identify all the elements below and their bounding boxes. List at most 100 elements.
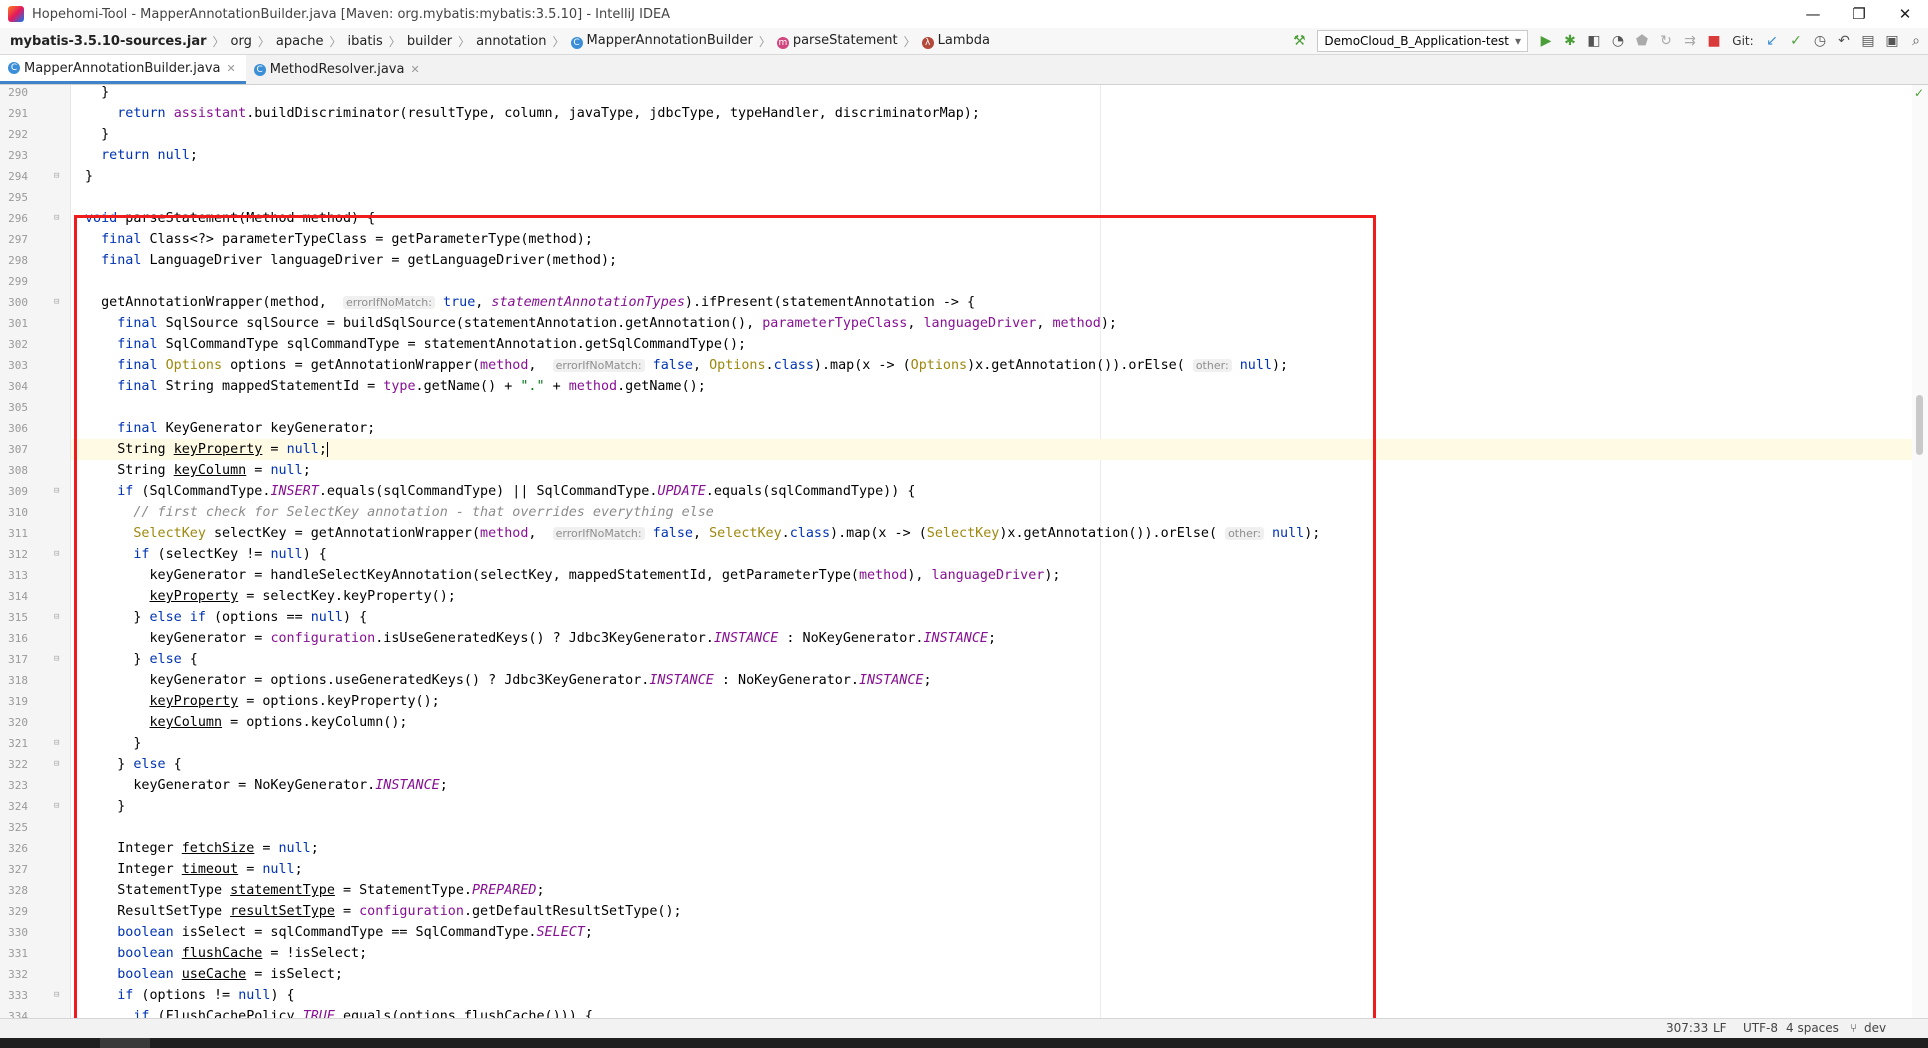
code-line[interactable]: } else { [71,754,1912,775]
restore-button[interactable]: ❐ [1836,0,1882,28]
code-line[interactable]: Integer timeout = null; [71,859,1912,880]
breadcrumb-annotation[interactable]: annotation [472,34,550,49]
breadcrumb-method[interactable]: m parseStatement [773,33,902,49]
code-line[interactable] [71,817,1912,838]
line-number[interactable]: 333 ⊟ [0,985,70,1006]
code-line[interactable]: boolean flushCache = !isSelect; [71,943,1912,964]
vertical-scrollbar[interactable] [1912,85,1928,1018]
code-line[interactable]: SelectKey selectKey = getAnnotationWrapp… [71,523,1912,544]
fold-marker-icon[interactable]: ⊟ [54,754,59,775]
line-number[interactable]: 293 [0,145,70,166]
breadcrumb-org[interactable]: org [227,34,256,49]
line-number[interactable]: 307 [0,439,70,460]
line-separator[interactable]: LF [1713,1021,1727,1035]
line-number[interactable]: 332 [0,964,70,985]
code-line[interactable]: if (options != null) { [71,985,1912,1006]
profile-icon[interactable]: ◔ [1606,29,1630,53]
code-line[interactable]: final Class<?> parameterTypeClass = getP… [71,229,1912,250]
search-icon[interactable]: ⌕ [1904,29,1928,53]
line-number[interactable]: 321 ⊟ [0,733,70,754]
git-branch[interactable]: dev [1864,1021,1886,1035]
code-line[interactable]: keyGenerator = NoKeyGenerator.INSTANCE; [71,775,1912,796]
line-number[interactable]: 320 [0,712,70,733]
code-line[interactable]: return assistant.buildDiscriminator(resu… [71,103,1912,124]
line-number[interactable]: 331 [0,943,70,964]
close-button[interactable]: ✕ [1882,0,1928,28]
line-number[interactable]: 318 [0,670,70,691]
line-number[interactable]: 302 [0,334,70,355]
line-number[interactable]: 292 [0,124,70,145]
tab-method-resolver[interactable]: C MethodResolver.java ✕ [246,55,430,84]
line-number[interactable]: 309 ⊟ [0,481,70,502]
line-number[interactable]: 303 [0,355,70,376]
line-number[interactable]: 291 [0,103,70,124]
code-line[interactable]: } [71,796,1912,817]
line-number[interactable]: 317 ⊟ [0,649,70,670]
line-number[interactable]: 308 [0,460,70,481]
line-number[interactable]: 319 [0,691,70,712]
tab-mapper-annotation-builder[interactable]: C MapperAnnotationBuilder.java ✕ [0,55,246,84]
code-line[interactable]: keyColumn = options.keyColumn(); [71,712,1912,733]
rerun-icon[interactable]: ⇉ [1678,29,1702,53]
code-line[interactable]: } [71,733,1912,754]
line-number[interactable]: 322 ⊟ [0,754,70,775]
code-line[interactable] [71,397,1912,418]
code-line[interactable]: ResultSetType resultSetType = configurat… [71,901,1912,922]
indent-setting[interactable]: 4 spaces [1786,1021,1839,1035]
git-update-icon[interactable]: ↙ [1760,29,1784,53]
breadcrumb-class[interactable]: C MapperAnnotationBuilder [567,33,757,49]
run-configuration-select[interactable]: DemoCloud_B_Application-test ▾ [1317,30,1528,52]
close-icon[interactable]: ✕ [226,62,235,75]
line-number[interactable]: 334 [0,1006,70,1018]
line-number[interactable]: 324 ⊟ [0,796,70,817]
caret-position[interactable]: 307:33 [1666,1021,1708,1035]
breadcrumb-apache[interactable]: apache [272,34,328,49]
code-line[interactable] [71,271,1912,292]
presentation-icon[interactable]: ▣ [1880,29,1904,53]
close-icon[interactable]: ✕ [410,63,419,76]
code-line[interactable]: } [71,124,1912,145]
code-line[interactable]: if (FlushCachePolicy.TRUE.equals(options… [71,1006,1912,1018]
line-number[interactable]: 304 [0,376,70,397]
step-icon[interactable]: ↻ [1654,29,1678,53]
code-line[interactable]: } else if (options == null) { [71,607,1912,628]
code-line[interactable]: return null; [71,145,1912,166]
git-history-icon[interactable]: ◷ [1808,29,1832,53]
git-rollback-icon[interactable]: ↶ [1832,29,1856,53]
line-number-gutter[interactable]: 290 291 292 293 294 ⊟ 295 296 ⊟ 297 298 299 300 ⊟ 301 3… [0,85,71,1018]
breadcrumb-ibatis[interactable]: ibatis [343,34,386,49]
breadcrumb-jar[interactable]: mybatis-3.5.10-sources.jar [0,34,211,49]
coverage-icon[interactable]: ◧ [1582,29,1606,53]
line-number[interactable]: 327 [0,859,70,880]
code-line[interactable]: keyGenerator = configuration.isUseGenera… [71,628,1912,649]
git-commit-icon[interactable]: ✓ [1784,29,1808,53]
line-number[interactable]: 326 [0,838,70,859]
line-number[interactable]: 300 ⊟ [0,292,70,313]
code-line[interactable]: StatementType statementType = StatementT… [71,880,1912,901]
scrollbar-thumb[interactable] [1916,395,1923,455]
line-number[interactable]: 306 [0,418,70,439]
fold-marker-icon[interactable]: ⊟ [54,292,59,313]
code-line[interactable]: String keyProperty = null; [71,439,1912,460]
fold-marker-icon[interactable]: ⊟ [54,649,59,670]
run-icon[interactable]: ▶ [1534,29,1558,53]
line-number[interactable]: 316 [0,628,70,649]
breadcrumb-builder[interactable]: builder [403,34,456,49]
attach-debugger-icon[interactable]: ⬟ [1630,29,1654,53]
fold-marker-icon[interactable]: ⊟ [54,208,59,229]
code-line[interactable]: getAnnotationWrapper(method, errorIfNoMa… [71,292,1912,313]
code-line[interactable]: final KeyGenerator keyGenerator; [71,418,1912,439]
line-number[interactable]: 311 [0,523,70,544]
fold-marker-icon[interactable]: ⊟ [54,796,59,817]
code-line[interactable]: if (selectKey != null) { [71,544,1912,565]
code-line[interactable]: boolean isSelect = sqlCommandType == Sql… [71,922,1912,943]
line-number[interactable]: 313 [0,565,70,586]
code-line[interactable]: void parseStatement(Method method) { [71,208,1912,229]
code-line[interactable]: String keyColumn = null; [71,460,1912,481]
code-line[interactable]: // first check for SelectKey annotation … [71,502,1912,523]
code-line[interactable]: final String mappedStatementId = type.ge… [71,376,1912,397]
line-number[interactable]: 328 [0,880,70,901]
fold-marker-icon[interactable]: ⊟ [54,607,59,628]
line-number[interactable]: 314 [0,586,70,607]
code-line[interactable]: keyProperty = selectKey.keyProperty(); [71,586,1912,607]
